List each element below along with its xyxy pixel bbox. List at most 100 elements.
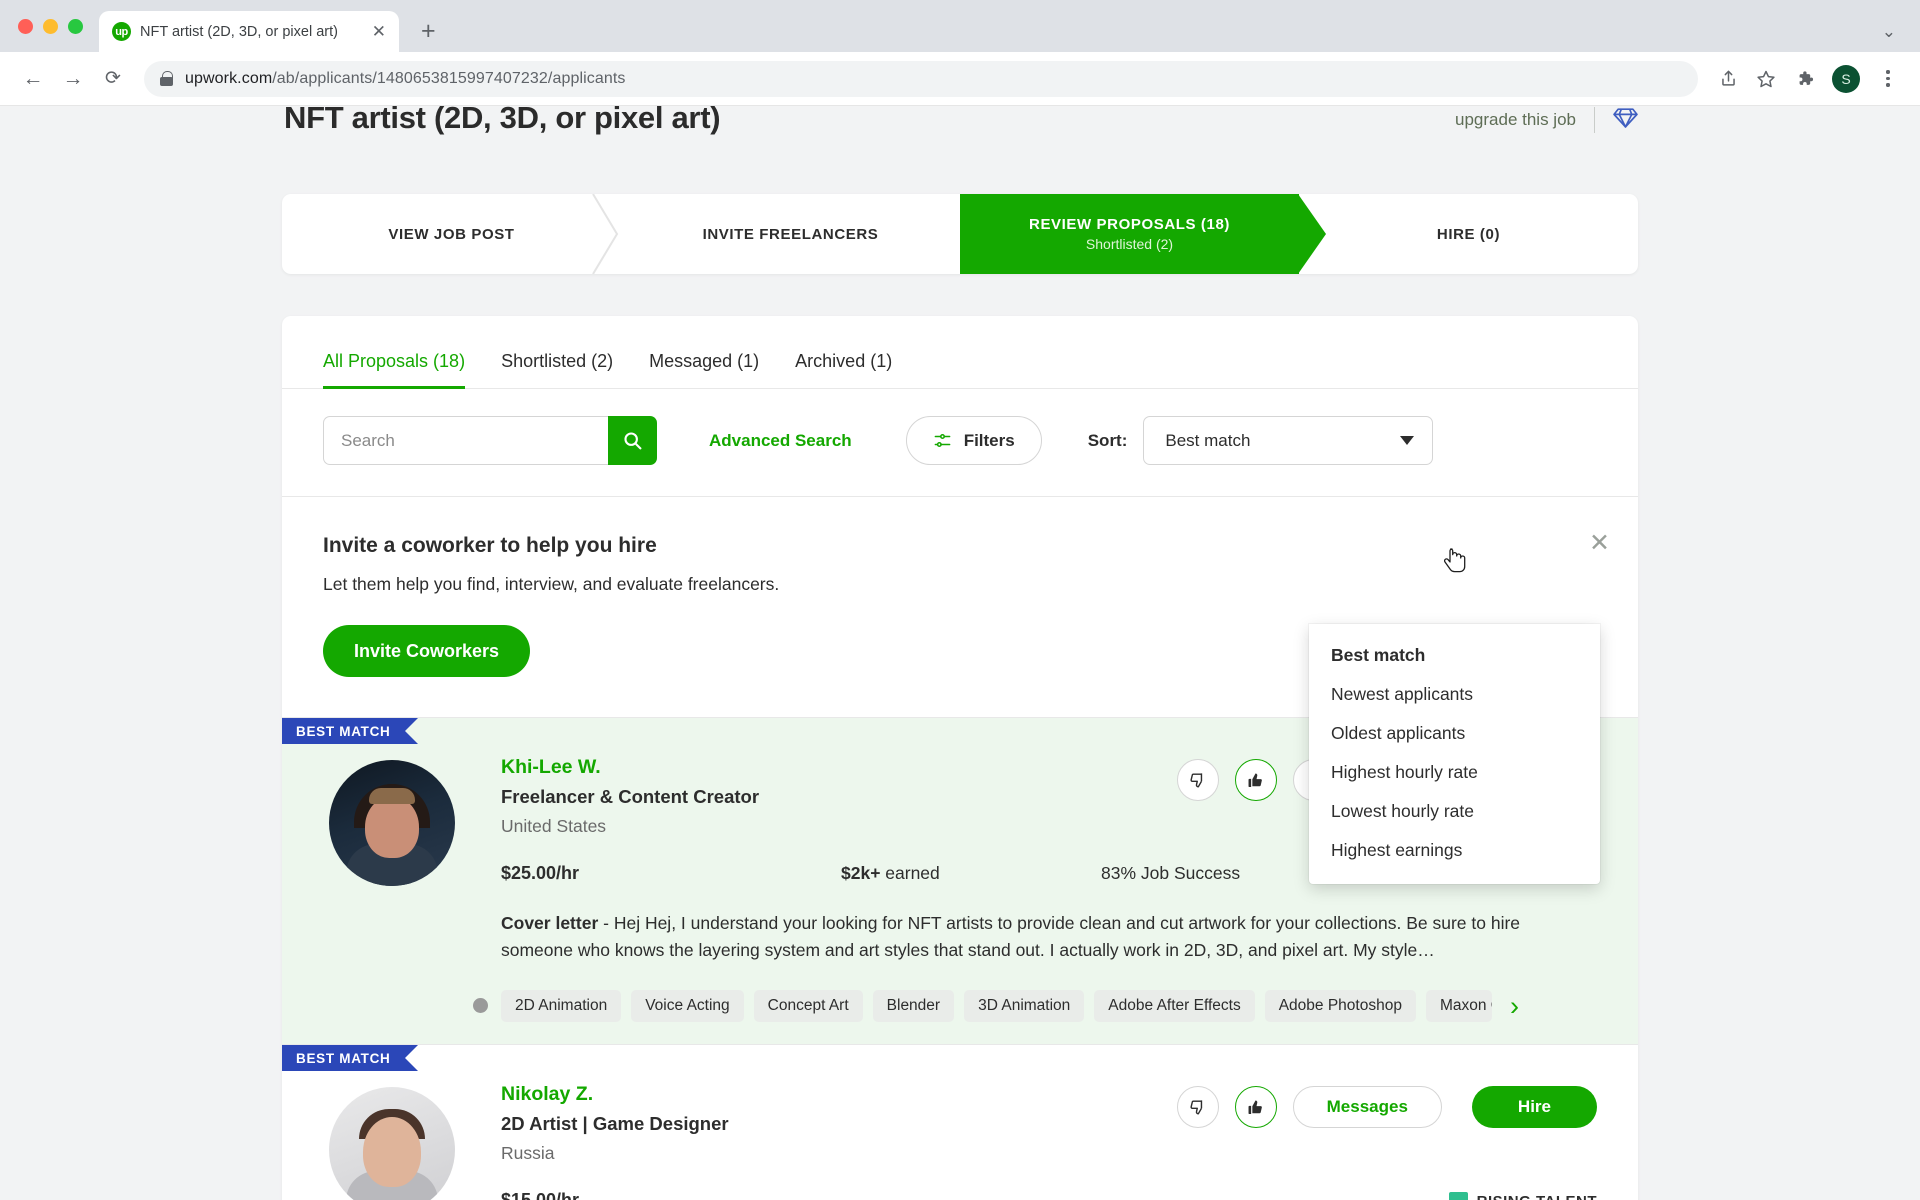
thumbs-up-button[interactable] bbox=[1234, 759, 1277, 801]
step-invite-freelancers[interactable]: INVITE FREELANCERS bbox=[621, 194, 960, 274]
maximize-window-button[interactable] bbox=[68, 18, 83, 34]
extensions-puzzle-icon[interactable] bbox=[1788, 63, 1820, 95]
step-sublabel: Shortlisted (2) bbox=[1085, 236, 1174, 252]
cover-letter-label: Cover letter bbox=[501, 913, 599, 933]
url-path: /ab/applicants/1480653815997407232/appli… bbox=[272, 69, 626, 87]
rising-talent-badge: RISING TALENT bbox=[1448, 1192, 1597, 1200]
chevron-down-icon bbox=[1400, 436, 1415, 445]
browser-window: up NFT artist (2D, 3D, or pixel art) ✕ +… bbox=[0, 0, 1920, 1200]
job-success-group: 83% Job Success bbox=[1101, 863, 1240, 884]
step-view-job-post[interactable]: VIEW JOB POST bbox=[282, 194, 621, 274]
sort-select[interactable]: Best match bbox=[1143, 416, 1434, 465]
browser-menu-kebab-icon[interactable] bbox=[1872, 63, 1904, 95]
step-label: REVIEW PROPOSALS (18) bbox=[1029, 216, 1230, 233]
step-label: INVITE FREELANCERS bbox=[702, 225, 879, 243]
step-hire[interactable]: HIRE (0) bbox=[1299, 194, 1638, 274]
step-review-proposals[interactable]: REVIEW PROPOSALS (18) Shortlisted (2) bbox=[960, 194, 1326, 274]
address-bar[interactable]: upwork.com/ab/applicants/148065381599740… bbox=[144, 60, 1698, 97]
sort-option-oldest-applicants[interactable]: Oldest applicants bbox=[1309, 714, 1600, 753]
best-match-ribbon: BEST MATCH bbox=[282, 718, 417, 744]
upwork-favicon-icon: up bbox=[112, 22, 131, 41]
step-arrow-icon bbox=[1298, 194, 1326, 274]
applicant-name[interactable]: Nikolay Z. bbox=[501, 1083, 1147, 1106]
skill-tag[interactable]: Concept Art bbox=[753, 990, 863, 1023]
sort-option-lowest-hourly-rate[interactable]: Lowest hourly rate bbox=[1309, 792, 1600, 831]
browser-tab[interactable]: up NFT artist (2D, 3D, or pixel art) ✕ bbox=[99, 11, 399, 52]
step-divider-icon bbox=[592, 194, 619, 274]
search-button[interactable] bbox=[608, 416, 657, 465]
chevron-down-icon[interactable]: ⌄ bbox=[1882, 22, 1896, 42]
invite-banner-subtitle: Let them help you find, interview, and e… bbox=[323, 574, 780, 594]
search-input[interactable] bbox=[323, 416, 608, 465]
rising-talent-icon bbox=[1448, 1192, 1468, 1200]
share-icon[interactable] bbox=[1712, 63, 1744, 95]
filters-icon bbox=[934, 434, 951, 447]
page-title: NFT artist (2D, 3D, or pixel art) bbox=[284, 106, 721, 135]
sort-option-newest-applicants[interactable]: Newest applicants bbox=[1309, 675, 1600, 714]
profile-avatar[interactable]: S bbox=[1832, 64, 1860, 93]
cover-letter-text: - Hej Hej, I understand your looking for… bbox=[501, 913, 1521, 961]
thumbs-up-icon bbox=[1248, 773, 1262, 787]
sort-selected-value: Best match bbox=[1165, 430, 1251, 450]
skill-tag[interactable]: Maxon C bbox=[1425, 990, 1492, 1023]
thumbs-up-button[interactable] bbox=[1234, 1086, 1277, 1129]
forward-button[interactable]: → bbox=[56, 62, 90, 96]
tab-shortlisted[interactable]: Shortlisted (2) bbox=[501, 351, 613, 389]
thumbs-down-button[interactable] bbox=[1176, 759, 1219, 801]
tab-all-proposals[interactable]: All Proposals (18) bbox=[323, 351, 466, 389]
upgrade-job-row: upgrade this job bbox=[1455, 106, 1638, 134]
skill-tag[interactable]: 2D Animation bbox=[501, 990, 622, 1023]
applicant-title: 2D Artist | Game Designer bbox=[501, 1113, 729, 1135]
back-button[interactable]: ← bbox=[16, 62, 50, 96]
bookmark-star-icon[interactable] bbox=[1750, 63, 1782, 95]
filters-button[interactable]: Filters bbox=[905, 416, 1042, 465]
filters-label: Filters bbox=[963, 430, 1015, 450]
skill-tag[interactable]: Adobe Photoshop bbox=[1264, 990, 1416, 1023]
close-window-button[interactable] bbox=[18, 18, 33, 34]
job-success-text: 83% Job Success bbox=[1101, 863, 1241, 883]
invite-coworkers-button[interactable]: Invite Coworkers bbox=[323, 625, 531, 677]
applicant-card: BEST MATCH Nikolay Z. 2D Artist | Game D… bbox=[282, 1044, 1638, 1200]
thumbs-up-icon bbox=[1248, 1100, 1262, 1114]
sort-label: Sort: bbox=[1087, 430, 1128, 450]
messages-button[interactable]: Messages bbox=[1292, 1086, 1442, 1129]
upgrade-this-job-link[interactable]: upgrade this job bbox=[1455, 110, 1576, 130]
minimize-window-button[interactable] bbox=[43, 18, 58, 34]
lock-icon bbox=[160, 71, 173, 86]
thumbs-down-icon bbox=[1190, 772, 1203, 788]
invite-banner-title: Invite a coworker to help you hire bbox=[323, 534, 657, 557]
applicant-location: United States bbox=[501, 816, 607, 836]
applicant-stats: $15.00/hr bbox=[501, 1190, 1597, 1200]
sort-option-best-match[interactable]: Best match bbox=[1309, 636, 1600, 675]
skill-tag[interactable]: Blender bbox=[872, 990, 955, 1023]
tab-archived[interactable]: Archived (1) bbox=[795, 351, 892, 389]
applicant-name[interactable]: Khi-Lee W. bbox=[501, 756, 1147, 779]
reload-button[interactable]: ⟳ bbox=[96, 62, 130, 96]
avatar[interactable] bbox=[329, 760, 455, 886]
thumbs-down-button[interactable] bbox=[1176, 1086, 1219, 1129]
browser-tab-title: NFT artist (2D, 3D, or pixel art) bbox=[140, 23, 338, 40]
sort-option-highest-earnings[interactable]: Highest earnings bbox=[1309, 831, 1600, 870]
search-group bbox=[323, 416, 657, 465]
address-bar-url: upwork.com/ab/applicants/148065381599740… bbox=[185, 70, 626, 88]
skill-tag[interactable]: Voice Acting bbox=[631, 990, 744, 1023]
hire-button[interactable]: Hire bbox=[1471, 1086, 1597, 1129]
url-domain: upwork.com bbox=[185, 69, 273, 87]
divider bbox=[1594, 107, 1595, 133]
sort-option-highest-hourly-rate[interactable]: Highest hourly rate bbox=[1309, 753, 1600, 792]
avatar[interactable] bbox=[329, 1087, 455, 1200]
earned-suffix: earned bbox=[880, 863, 940, 883]
close-icon[interactable]: ✕ bbox=[1589, 531, 1610, 556]
close-tab-icon[interactable]: ✕ bbox=[370, 23, 388, 40]
diamond-icon[interactable] bbox=[1613, 106, 1638, 134]
tab-messaged[interactable]: Messaged (1) bbox=[649, 351, 759, 389]
cover-letter: Cover letter - Hej Hej, I understand you… bbox=[501, 910, 1574, 964]
skills-next-chevron-icon[interactable]: › bbox=[1510, 992, 1519, 1020]
new-tab-button[interactable]: + bbox=[421, 17, 436, 46]
earned-amount: $2k+ bbox=[841, 863, 881, 883]
advanced-search-link[interactable]: Advanced Search bbox=[709, 431, 852, 451]
sort-dropdown-menu: Best match Newest applicants Oldest appl… bbox=[1309, 624, 1600, 884]
skill-tag[interactable]: 3D Animation bbox=[964, 990, 1085, 1023]
search-filter-row: Advanced Search Filters Sort: Best match bbox=[282, 389, 1638, 496]
skill-tag[interactable]: Adobe After Effects bbox=[1094, 990, 1255, 1023]
